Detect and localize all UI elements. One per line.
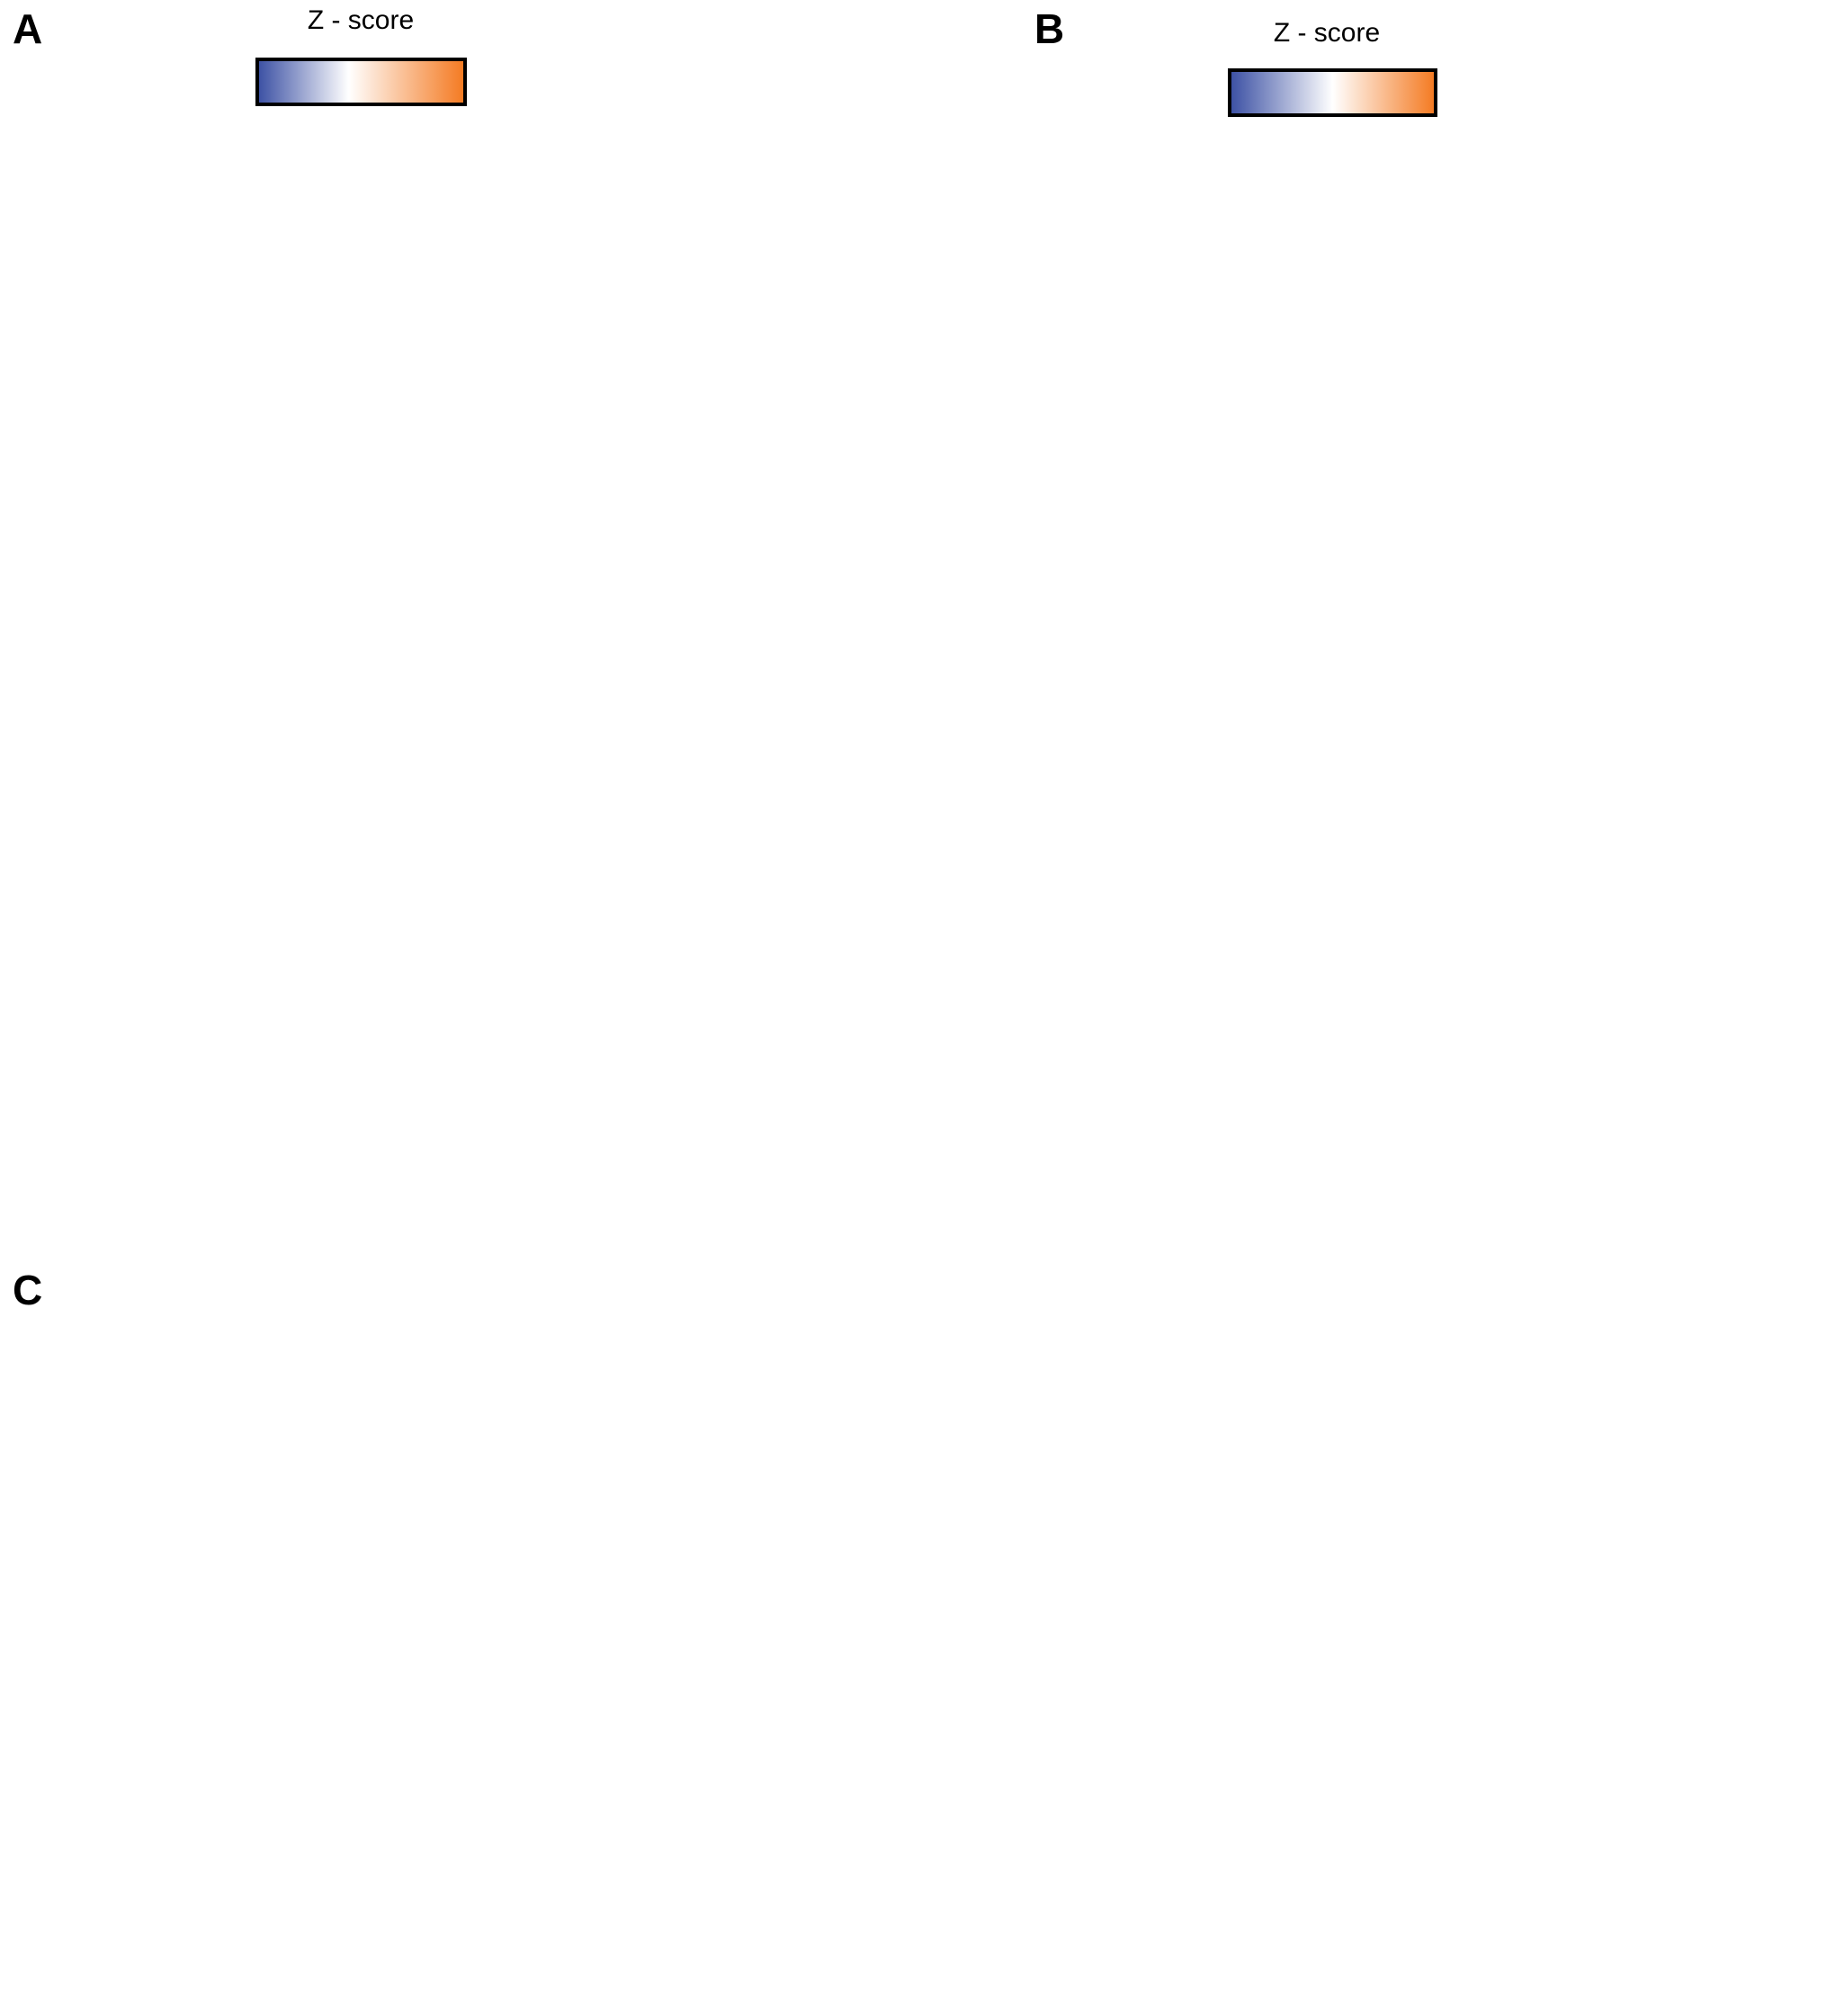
panel-b-heatmap: Z - score xyxy=(1228,18,1437,117)
colorbar-a-title: Z - score xyxy=(308,5,414,35)
panel-label-b: B xyxy=(1034,5,1064,52)
figure: A B C Z - score Z - score xyxy=(13,5,1437,1313)
panel-a-heatmap: Z - score xyxy=(255,5,467,106)
panel-label-a: A xyxy=(13,5,42,52)
panel-label-c: C xyxy=(13,1267,42,1313)
colorbar-b-title: Z - score xyxy=(1274,18,1380,48)
colorbar-a xyxy=(255,58,467,106)
colorbar-b xyxy=(1228,68,1437,117)
